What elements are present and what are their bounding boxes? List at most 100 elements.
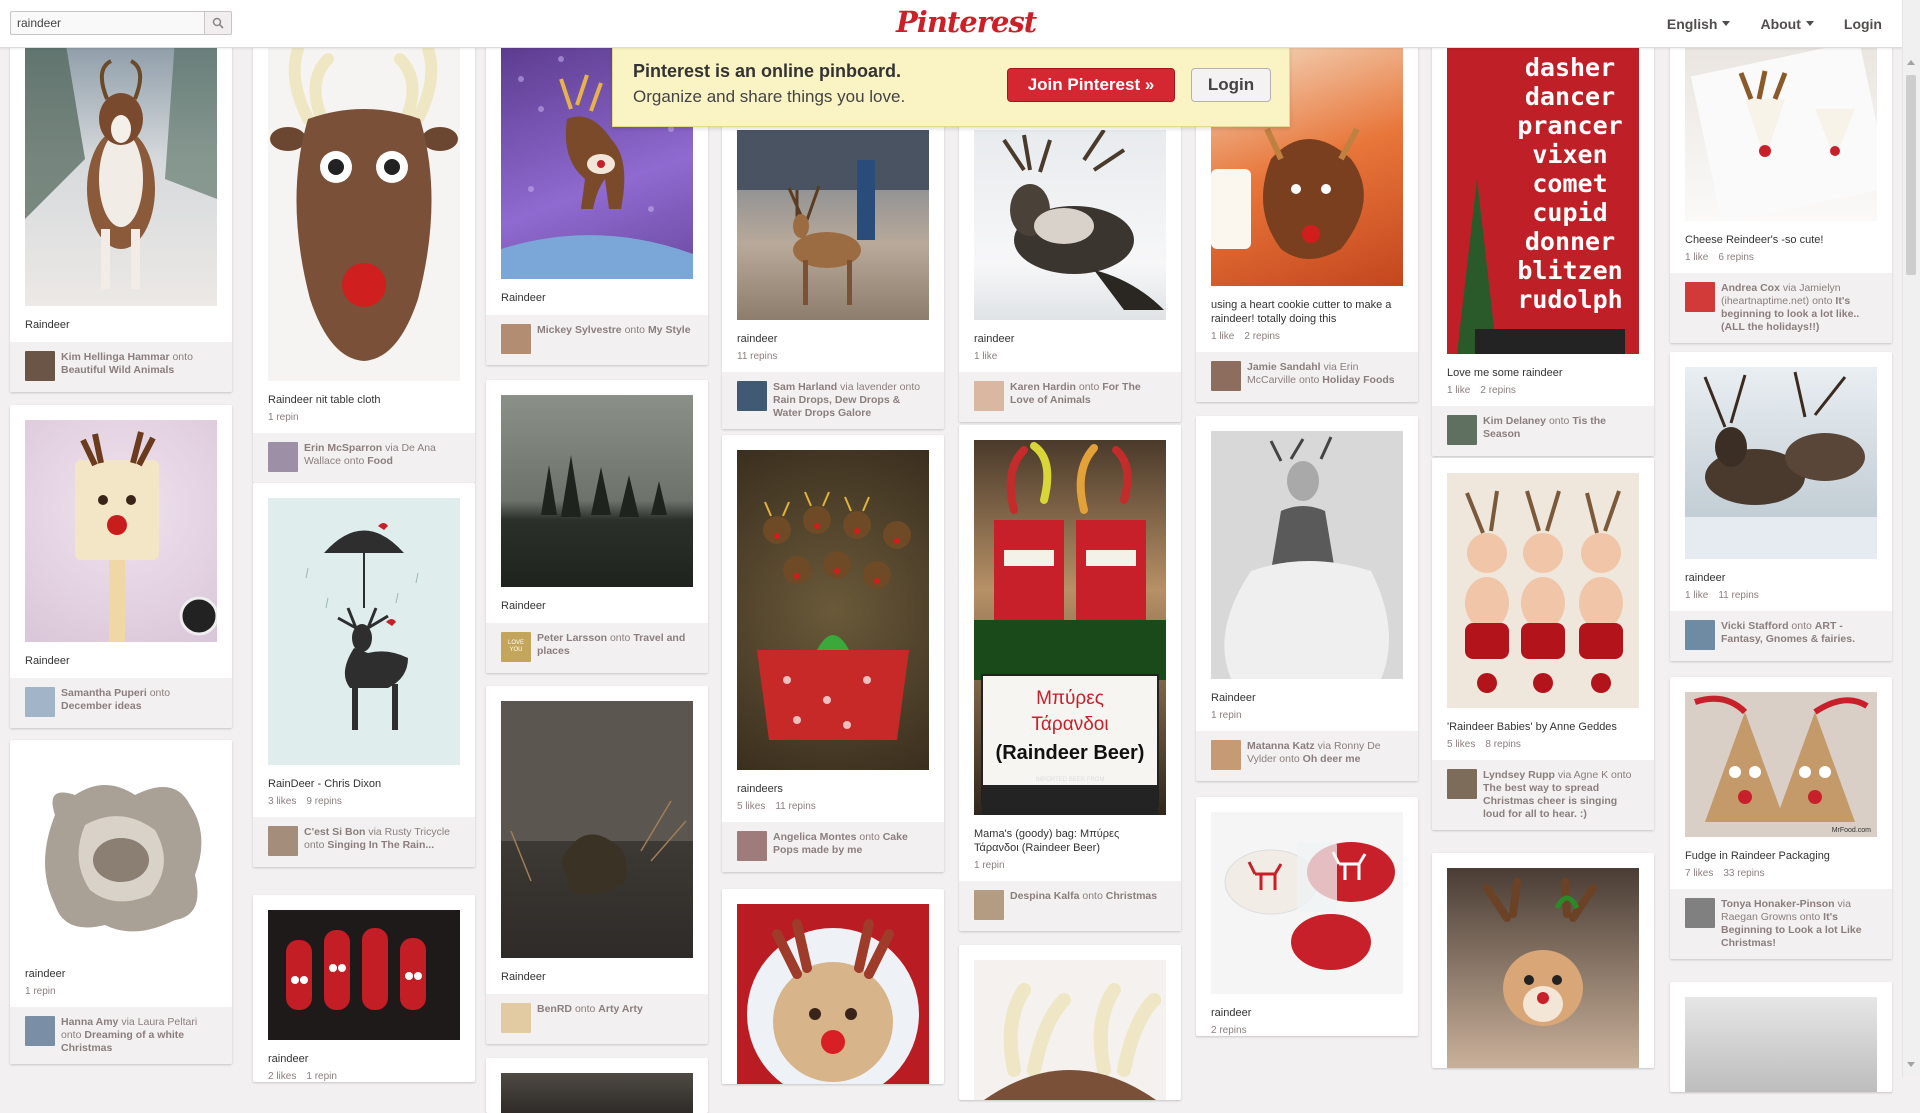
pinner-name[interactable]: Tonya Honaker-Pinson [1721, 898, 1835, 910]
pin-card[interactable]: raindeer 1 like Karen Hardin onto For Th… [959, 115, 1181, 422]
pin-card[interactable]: raindeer 11 repins Sam Harland via laven… [722, 115, 944, 429]
board-name[interactable]: Holiday Foods [1322, 374, 1394, 386]
pin-image[interactable] [1685, 997, 1877, 1092]
nav-about[interactable]: About [1760, 16, 1814, 32]
avatar[interactable] [737, 381, 767, 411]
pin-card[interactable]: MrFood.com Fudge in Raindeer Packaging 7… [1670, 677, 1892, 959]
scroll-thumb[interactable] [1906, 75, 1916, 275]
pin-card[interactable] [722, 889, 944, 1084]
pin-image[interactable] [737, 450, 929, 770]
pinner-name[interactable]: Vicki Stafford [1721, 620, 1789, 632]
scroll-down-arrow-icon[interactable] [1907, 1062, 1915, 1067]
pin-image[interactable] [25, 39, 217, 306]
board-name[interactable]: Arty Arty [598, 1003, 643, 1015]
avatar[interactable] [1447, 415, 1477, 445]
pinner-name[interactable]: Kim Delaney [1483, 415, 1546, 427]
page-scrollbar[interactable] [1902, 0, 1920, 1077]
avatar[interactable] [974, 381, 1004, 411]
pin-card[interactable]: raindeer 2 likes 1 repin [253, 895, 475, 1082]
pin-image[interactable] [974, 960, 1166, 1100]
avatar[interactable] [501, 1003, 531, 1033]
pin-image[interactable]: dasher dancer prancer vixen comet cupid … [1447, 39, 1639, 354]
pin-image[interactable] [974, 130, 1166, 320]
avatar[interactable] [1685, 620, 1715, 650]
pinner-name[interactable]: Kim Hellinga Hammar [61, 351, 170, 363]
pin-image[interactable] [1685, 367, 1877, 559]
board-name[interactable]: Oh deer me [1303, 753, 1361, 765]
pin-card[interactable] [1432, 853, 1654, 1068]
board-name[interactable]: My Style [648, 324, 691, 336]
avatar[interactable] [25, 687, 55, 717]
pin-card[interactable]: raindeer 1 repin Hanna Amy via Laura Pel… [10, 740, 232, 1064]
pinner-name[interactable]: BenRD [537, 1003, 572, 1015]
pin-image[interactable] [501, 395, 693, 587]
pin-card[interactable] [486, 1058, 708, 1113]
pin-icon[interactable] [1685, 282, 1715, 312]
scroll-up-arrow-icon[interactable] [1907, 60, 1915, 65]
pin-image[interactable] [737, 130, 929, 320]
pin-image[interactable] [501, 701, 693, 958]
pin-card[interactable]: raindeers 5 likes 11 repins Angelica Mont… [722, 435, 944, 872]
join-pinterest-button[interactable]: Join Pinterest » [1007, 68, 1175, 102]
pinner-name[interactable]: Despina Kalfa [1010, 890, 1079, 902]
pin-image[interactable] [268, 910, 460, 1040]
pinner-name[interactable]: Lyndsey Rupp [1483, 769, 1555, 781]
pin-card[interactable]: 'Raindeer Babies' by Anne Geddes 5 likes… [1432, 458, 1654, 830]
pinner-name[interactable]: Mickey Sylvestre [537, 324, 622, 336]
board-name[interactable]: Singing In The Rain... [327, 839, 434, 851]
pin-card[interactable]: Raindeer nit table cloth 1 repin Erin Mc… [253, 24, 475, 483]
pin-image[interactable]: MrFood.com [1685, 692, 1877, 837]
pin-card[interactable]: Raindeer 1 repin Matanna Katz via Ronny … [1196, 416, 1418, 781]
pin-image[interactable] [268, 39, 460, 381]
pin-image[interactable] [1211, 431, 1403, 679]
pinner-name[interactable]: Karen Hardin [1010, 381, 1076, 393]
avatar[interactable] [268, 442, 298, 472]
pinner-name[interactable]: Peter Larsson [537, 632, 607, 644]
pin-image[interactable] [25, 755, 217, 955]
pinner-name[interactable]: Matanna Katz [1247, 740, 1315, 752]
avatar[interactable] [1211, 361, 1241, 391]
board-name[interactable]: Food [367, 455, 393, 467]
pinner-name[interactable]: Erin McSparron [304, 442, 382, 454]
pin-image[interactable] [268, 498, 460, 765]
pin-image[interactable] [501, 1073, 693, 1113]
via-text[interactable]: via Agne K [1558, 769, 1608, 781]
pin-image[interactable] [1211, 812, 1403, 994]
pin-card[interactable]: Raindeer Kim Hellinga Hammar onto Beauti… [10, 24, 232, 392]
board-name[interactable]: Christmas [1106, 890, 1157, 902]
board-name[interactable]: December ideas [61, 700, 142, 712]
via-text[interactable]: via Rusty Tricycle [368, 826, 450, 838]
avatar[interactable] [268, 826, 298, 856]
avatar[interactable] [1211, 740, 1241, 770]
pinner-name[interactable]: Hanna Amy [61, 1016, 118, 1028]
pinner-name[interactable]: Angelica Montes [773, 831, 856, 843]
avatar[interactable] [1447, 769, 1477, 799]
board-name[interactable]: The best way to spread Christmas cheer i… [1483, 782, 1617, 820]
pin-image[interactable] [25, 420, 217, 642]
avatar[interactable] [25, 351, 55, 381]
nav-login[interactable]: Login [1844, 16, 1882, 32]
pin-card[interactable]: RainDeer - Chris Dixon 3 likes 9 repins C… [253, 483, 475, 867]
pinner-name[interactable]: C'est Si Bon [304, 826, 365, 838]
pin-card[interactable]: Cheese Reindeer's -so cute! 1 like 6 repi… [1670, 24, 1892, 343]
pinner-name[interactable]: Samantha Puperi [61, 687, 147, 699]
pin-image[interactable] [1685, 39, 1877, 221]
nav-language[interactable]: English [1667, 16, 1731, 32]
pin-card[interactable]: dasher dancer prancer vixen comet cupid … [1432, 24, 1654, 456]
board-name[interactable]: Beautiful Wild Animals [61, 364, 174, 376]
avatar[interactable]: LOVE YOU [501, 632, 531, 662]
pin-card[interactable]: raindeer 2 repins [1196, 797, 1418, 1036]
via-text[interactable]: via Laura Peltari [121, 1016, 197, 1028]
pin-card[interactable]: Raindeer LOVE YOU Peter Larsson onto Tra… [486, 380, 708, 673]
avatar[interactable] [25, 1016, 55, 1046]
avatar[interactable] [974, 890, 1004, 920]
avatar[interactable] [501, 324, 531, 354]
avatar[interactable] [737, 831, 767, 861]
via-text[interactable]: via lavender [840, 381, 897, 393]
banner-login-button[interactable]: Login [1191, 68, 1271, 102]
pin-card[interactable]: raindeer 1 like 11 repins Vicki Stafford … [1670, 352, 1892, 661]
pin-image[interactable] [737, 904, 929, 1084]
pinner-name[interactable]: Andrea Cox [1721, 282, 1780, 294]
board-name[interactable]: Rain Drops, Dew Drops & Water Drops Galo… [773, 394, 900, 419]
pin-image[interactable] [1447, 868, 1639, 1068]
